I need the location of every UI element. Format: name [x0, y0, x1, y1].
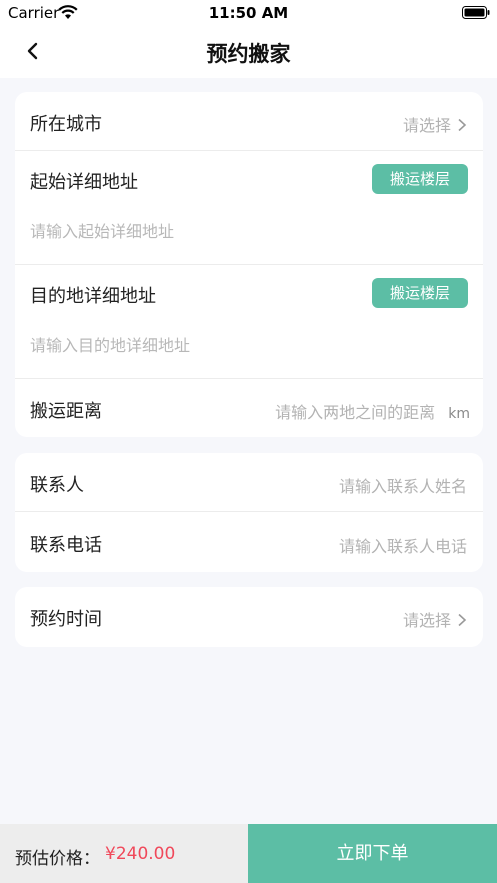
battery-icon — [462, 6, 490, 19]
status-bar: Carrier 11:50 AM — [0, 0, 497, 26]
contact-phone-row: 联系电话 请输入联系人电话 — [15, 512, 483, 572]
bottom-bar: 预估价格： ¥240.00 立即下单 — [0, 824, 497, 883]
distance-unit: km — [448, 406, 470, 422]
appointment-time-value: 请选择 — [402, 611, 451, 630]
city-row[interactable]: 所在城市 请选择 — [15, 92, 483, 151]
address-card: 所在城市 请选择 起始详细地址 搬运楼层 请输入起始详细地址 目的地详细地址 搬… — [15, 92, 483, 437]
contact-card: 联系人 请输入联系人姓名 联系电话 请输入联系人电话 — [15, 453, 483, 572]
contact-name-row: 联系人 请输入联系人姓名 — [15, 453, 483, 512]
page-title: 预约搬家 — [206, 42, 291, 66]
chevron-right-icon — [458, 613, 467, 627]
city-label: 所在城市 — [30, 114, 102, 135]
chevron-right-icon — [458, 118, 467, 132]
start-address-row: 起始详细地址 搬运楼层 请输入起始详细地址 — [15, 151, 483, 265]
city-select[interactable]: 请选择 — [403, 112, 467, 136]
distance-row: 搬运距离 请输入两地之间的距离 km — [15, 379, 483, 437]
contact-name-label: 联系人 — [30, 475, 84, 496]
start-address-input[interactable]: 请输入起始详细地址 — [30, 218, 174, 242]
start-floor-button[interactable]: 搬运楼层 — [372, 164, 468, 194]
distance-input[interactable]: 请输入两地之间的距离 — [275, 403, 435, 422]
time-card: 预约时间 请选择 — [15, 587, 483, 647]
status-time: 11:50 AM — [208, 4, 289, 22]
appointment-time-select[interactable]: 请选择 — [403, 607, 467, 631]
price-value: ¥240.00 — [105, 844, 176, 864]
dest-address-input[interactable]: 请输入目的地详细地址 — [30, 332, 190, 356]
appointment-time-row[interactable]: 预约时间 请选择 — [15, 587, 483, 647]
price-label: 预估价格： — [15, 849, 100, 869]
dest-floor-button[interactable]: 搬运楼层 — [372, 278, 468, 308]
distance-field[interactable]: 请输入两地之间的距离 km — [275, 399, 470, 423]
price-area: 预估价格： ¥240.00 — [0, 824, 248, 883]
contact-phone-label: 联系电话 — [30, 535, 102, 556]
start-address-label: 起始详细地址 — [30, 172, 138, 193]
contact-phone-input[interactable]: 请输入联系人电话 — [339, 533, 467, 557]
submit-order-button[interactable]: 立即下单 — [248, 824, 497, 883]
contact-name-input[interactable]: 请输入联系人姓名 — [339, 473, 467, 497]
appointment-time-label: 预约时间 — [30, 609, 102, 630]
distance-label: 搬运距离 — [30, 401, 102, 422]
navigation-bar: 预约搬家 — [0, 26, 497, 78]
dest-address-label: 目的地详细地址 — [30, 286, 156, 307]
city-value: 请选择 — [402, 116, 451, 135]
dest-address-row: 目的地详细地址 搬运楼层 请输入目的地详细地址 — [15, 265, 483, 379]
